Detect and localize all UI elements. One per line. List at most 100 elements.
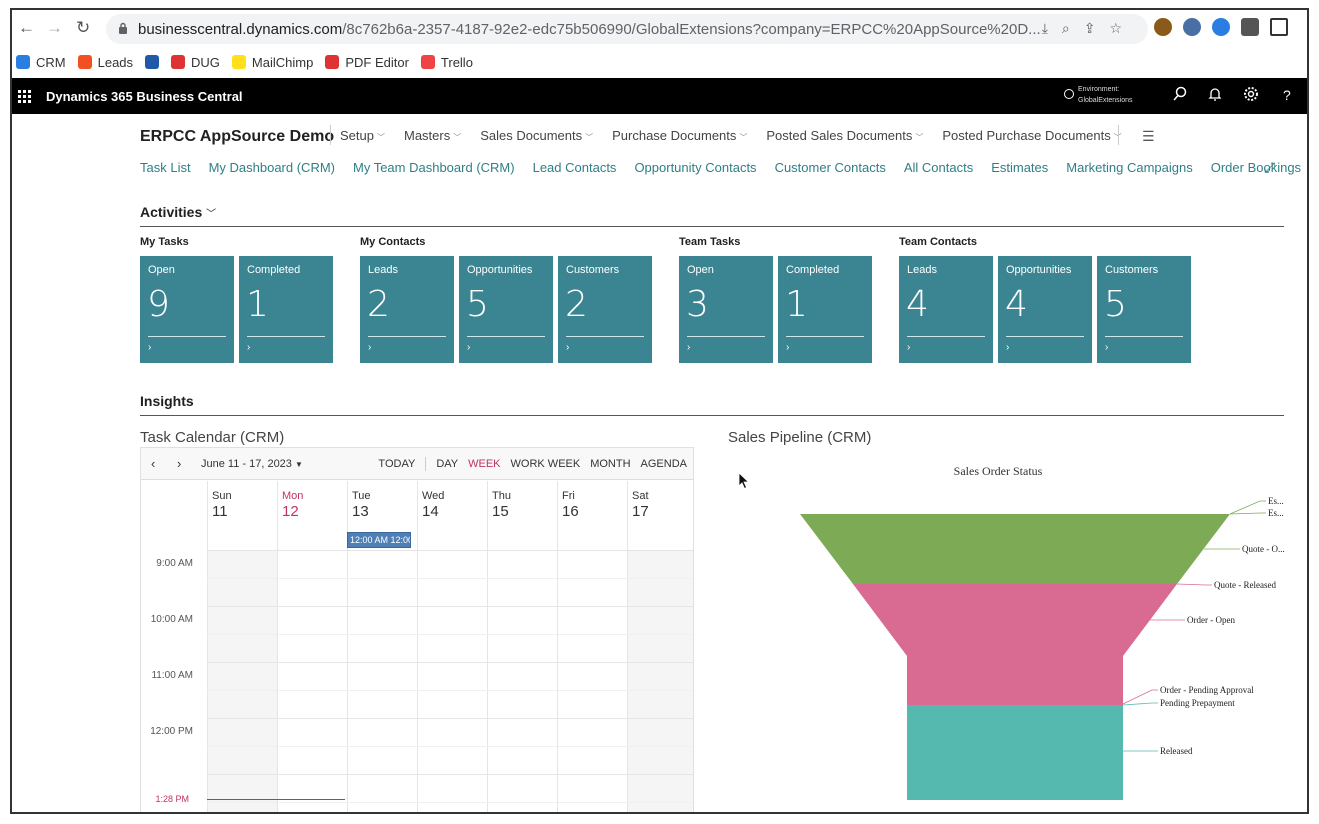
nav-link[interactable]: Estimates (991, 160, 1048, 175)
date-range-selector[interactable]: June 11 - 17, 2023 ▼ (201, 458, 303, 470)
day-name: Sun (212, 490, 232, 502)
extension-icon[interactable] (1154, 18, 1172, 36)
view-week[interactable]: WEEK (468, 458, 500, 471)
sales-pipeline-title[interactable]: Sales Pipeline (CRM) (728, 429, 871, 446)
funnel-segment-order-open[interactable] (853, 584, 1177, 705)
day-number: 13 (352, 503, 369, 520)
day-column[interactable]: Mon 12 (277, 481, 347, 812)
activity-tile[interactable]: Leads 4 › (899, 256, 993, 363)
extension-icon[interactable] (1183, 18, 1201, 36)
calendar-event[interactable]: 12:00 AM 12:00 (347, 532, 411, 548)
company-name[interactable]: ERPCC AppSource Demo (140, 128, 334, 146)
nav-link[interactable]: Lead Contacts (533, 160, 617, 175)
day-column[interactable]: Tue 13 (347, 481, 417, 812)
tile-label: Completed (247, 264, 301, 276)
activity-group-label: Team Contacts (899, 236, 978, 248)
activity-tile[interactable]: Completed 1 › (778, 256, 872, 363)
gear-icon[interactable] (1243, 86, 1259, 102)
day-column[interactable]: Wed 14 (417, 481, 487, 812)
day-column[interactable]: Sun 11 (207, 481, 277, 812)
chevron-down-icon: ﹀ (206, 209, 217, 220)
activity-tile[interactable]: Customers 5 › (1097, 256, 1191, 363)
funnel-stage-label: Pending Prepayment (1160, 698, 1235, 708)
reload-icon[interactable]: ↻ (76, 18, 90, 38)
activity-tile[interactable]: Customers 2 › (558, 256, 652, 363)
nav-link[interactable]: Customer Contacts (775, 160, 886, 175)
activity-tile[interactable]: Open 3 › (679, 256, 773, 363)
nav-link[interactable]: All Contacts (904, 160, 973, 175)
menu-item[interactable]: Setup ﹀ (330, 128, 394, 143)
expand-icon[interactable]: ⤢ (1264, 159, 1275, 176)
back-icon[interactable]: ← (18, 18, 35, 38)
extension-icon[interactable] (1212, 18, 1230, 36)
nav-link[interactable]: Order Bookings (1211, 160, 1301, 175)
task-calendar-title[interactable]: Task Calendar (CRM) (140, 429, 284, 446)
puzzle-icon[interactable] (1241, 18, 1259, 36)
search-icon[interactable] (1172, 86, 1188, 102)
chart-title: Sales Order Status (954, 464, 1043, 478)
nav-link[interactable]: Opportunity Contacts (634, 160, 756, 175)
day-column[interactable]: Sat 17 (627, 481, 693, 812)
bookmark-6[interactable]: Trello (420, 54, 473, 70)
bookmark-4[interactable]: MailChimp (231, 55, 313, 70)
menu-item[interactable]: Masters ﹀ (394, 128, 470, 143)
nav-link[interactable]: My Dashboard (CRM) (209, 160, 335, 175)
chevron-right-icon[interactable]: › (177, 456, 181, 471)
view-work-week[interactable]: WORK WEEK (511, 458, 581, 471)
url-host: businesscentral.dynamics.com (138, 21, 343, 38)
bookmark-label: Trello (440, 54, 473, 70)
funnel-segment-released[interactable] (907, 705, 1123, 800)
tile-divider (907, 336, 985, 337)
activity-group-label: My Contacts (360, 236, 426, 248)
nav-link[interactable]: Marketing Campaigns (1066, 160, 1192, 175)
insights-divider (140, 415, 1284, 416)
activities-title[interactable]: Activities ﹀ (140, 204, 216, 220)
chevron-right-icon: › (148, 342, 152, 353)
forward-icon[interactable]: → (46, 18, 63, 38)
activities-divider (140, 226, 1284, 227)
waffle-icon[interactable] (18, 90, 31, 103)
bookmark-2[interactable] (145, 55, 160, 69)
tile-value: 1 (785, 284, 808, 325)
menu-item[interactable]: Posted Purchase Documents﹀ (932, 128, 1130, 143)
activity-tile[interactable]: Leads 2 › (360, 256, 454, 363)
bookmark-0[interactable]: CRM (16, 55, 66, 70)
help-icon[interactable]: ? (1283, 87, 1291, 103)
bookmark-1[interactable]: Leads (77, 55, 133, 70)
chevron-left-icon[interactable]: ‹ (151, 456, 155, 471)
bookmark-label: PDF Editor (345, 54, 409, 70)
menu-item[interactable]: Sales Documents ﹀ (470, 128, 602, 143)
menu-item[interactable]: Purchase Documents ﹀ (602, 128, 756, 143)
environment-indicator[interactable]: Environment: GlobalExtensions (1064, 84, 1132, 106)
sidepanel-icon[interactable] (1270, 18, 1288, 36)
view-agenda[interactable]: AGENDA (641, 458, 687, 471)
view-day[interactable]: DAY (436, 458, 458, 471)
day-column[interactable]: Thu 15 (487, 481, 557, 812)
bookmark-3[interactable]: DUG (171, 55, 220, 70)
funnel-segment-quote-open[interactable] (800, 514, 1230, 584)
environment-icon (1064, 89, 1074, 99)
tile-label: Customers (566, 264, 620, 276)
activity-tile[interactable]: Completed 1 › (239, 256, 333, 363)
tile-label: Customers (1105, 264, 1159, 276)
tile-divider (687, 336, 765, 337)
nav-link[interactable]: My Team Dashboard (CRM) (353, 160, 515, 175)
tile-divider (1006, 336, 1084, 337)
nav-link[interactable]: Task List (140, 160, 191, 175)
day-column[interactable]: Fri 16 (557, 481, 627, 812)
url-box[interactable]: businesscentral.dynamics.com/8c762b6a-23… (106, 14, 1148, 44)
url-action-icons[interactable]: ⤓⌕⇪☆ (1042, 20, 1136, 37)
activity-tile[interactable]: Open 9 › (140, 256, 234, 363)
view-month[interactable]: MONTH (590, 458, 630, 471)
bookmark-icon (77, 55, 92, 69)
activity-tile[interactable]: Opportunities 5 › (459, 256, 553, 363)
funnel-leader-line (1176, 583, 1212, 586)
app-title[interactable]: Dynamics 365 Business Central (46, 89, 243, 104)
bell-icon[interactable] (1208, 86, 1222, 102)
hamburger-icon[interactable]: ☰ (1142, 128, 1155, 145)
activity-tile[interactable]: Opportunities 4 › (998, 256, 1092, 363)
menu-item[interactable]: Posted Sales Documents ﹀ (756, 128, 932, 143)
bookmark-5[interactable]: PDF Editor (325, 55, 409, 70)
today-button[interactable]: TODAY (378, 458, 415, 471)
navigation-links: Task List My Dashboard (CRM) My Team Dashb… (140, 160, 1301, 175)
